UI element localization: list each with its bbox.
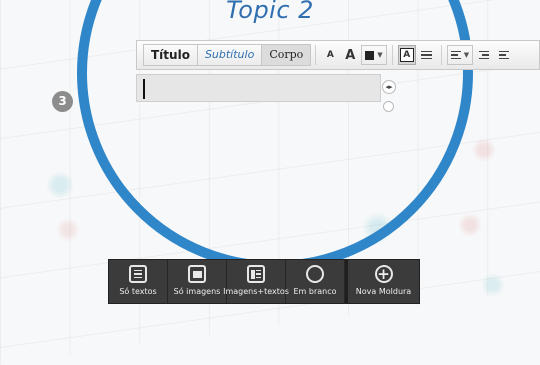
new-frame-plus-icon: +: [374, 265, 393, 283]
frame-images-only-button[interactable]: Só imagens: [168, 260, 227, 303]
text-frame-icon: [129, 265, 147, 283]
highlight-icon[interactable]: A: [397, 45, 416, 65]
path-step-badge[interactable]: 3: [52, 91, 73, 112]
image-text-frame-icon: [247, 265, 265, 283]
frame-palette: Só textos Só imagens Imagens+textos Em b…: [108, 259, 420, 304]
frame-label: Só imagens: [173, 287, 221, 296]
frame-text-only-button[interactable]: Só textos: [109, 260, 168, 303]
resize-handle-icon[interactable]: ◂▸: [382, 80, 396, 94]
text-format-toolbar: Título Subtítulo Corpo A A ▼ A ▼: [136, 40, 540, 70]
new-frame-button[interactable]: + Nova Moldura: [345, 260, 419, 303]
text-color-icon[interactable]: ▼: [361, 45, 387, 65]
indent-increase-icon[interactable]: [495, 45, 513, 65]
rotate-handle-icon[interactable]: [383, 101, 394, 112]
text-input-field[interactable]: [136, 74, 381, 102]
toolbar-divider: [315, 45, 317, 65]
frame-label: Em branco: [293, 287, 337, 296]
font-size-smaller-icon[interactable]: A: [321, 45, 339, 65]
frame-label: Imagens+textos: [223, 287, 289, 296]
indent-decrease-icon[interactable]: [475, 45, 493, 65]
image-frame-icon: [188, 265, 206, 283]
toolbar-divider: [440, 45, 442, 65]
bulleted-list-icon[interactable]: [418, 45, 436, 65]
style-body-button[interactable]: Corpo: [262, 45, 311, 65]
frame-images-text-button[interactable]: Imagens+textos: [223, 260, 289, 303]
toolbar-divider: [391, 45, 393, 65]
style-title-button[interactable]: Título: [144, 45, 198, 65]
frame-blank-button[interactable]: Em branco: [286, 260, 345, 303]
frame-label: Só textos: [119, 287, 157, 296]
style-subtitle-button[interactable]: Subtítulo: [198, 45, 263, 65]
text-caret: [143, 79, 145, 99]
frame-label: Nova Moldura: [355, 287, 412, 296]
topic-title[interactable]: Topic 2: [0, 0, 540, 24]
text-style-group: Título Subtítulo Corpo: [143, 44, 312, 66]
align-icon[interactable]: ▼: [446, 45, 474, 65]
blank-frame-icon: [306, 265, 324, 283]
font-size-larger-icon[interactable]: A: [341, 45, 359, 65]
